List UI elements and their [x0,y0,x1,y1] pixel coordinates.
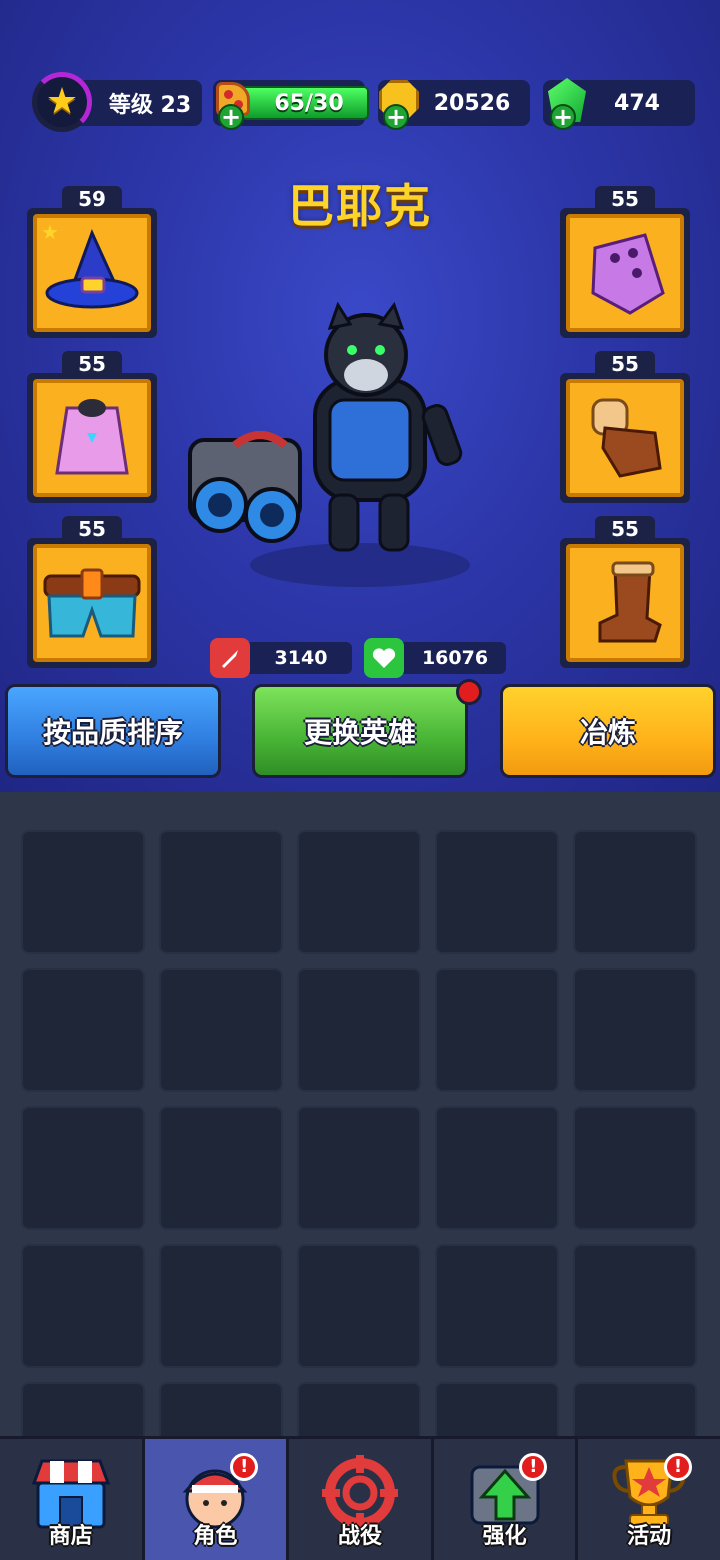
slot-level: 55 [62,516,122,542]
inventory-slot[interactable] [435,1244,559,1368]
purple-gem-armor-icon [591,233,665,315]
inventory-slot[interactable] [159,1382,283,1438]
belt-pants-icon [43,568,141,638]
heart-icon [364,638,404,678]
inventory-slot[interactable] [297,1106,421,1230]
inventory-slot[interactable] [435,968,559,1092]
inventory-slot[interactable] [297,1382,421,1438]
nav-label: 战役 [337,1524,382,1549]
inventory-slot[interactable] [159,830,283,954]
brown-glove-icon [591,398,662,478]
inventory-slot[interactable] [159,968,283,1092]
inventory-slot[interactable] [435,1106,559,1230]
hero-name: 巴耶克 [288,179,432,233]
green-gem-icon: + [544,78,588,130]
slot-level: 55 [595,351,655,377]
equip-slot-pants[interactable]: 55 [27,516,157,668]
switch-hero-button[interactable]: 更换英雄 [252,684,468,778]
nav-upgrade[interactable]: ! 强化 [434,1439,579,1560]
add-gem-button[interactable]: + [550,104,576,130]
brown-boot-icon [598,561,662,643]
nav-character[interactable]: ! 角色 [144,1439,290,1560]
add-gold-button[interactable]: + [383,104,409,130]
gold-value: 20526 [433,90,511,116]
equip-slot-armor[interactable]: 55 [560,186,690,338]
smelt-button[interactable]: 冶炼 [500,684,716,778]
hooded-vest-icon [55,399,129,475]
slot-level: 59 [62,186,122,212]
health-value: 16076 [421,647,489,669]
hero-character-image [188,301,470,587]
attack-value: 3140 [274,647,328,669]
equip-slot-vest[interactable]: 55 [27,351,157,503]
nav-label: 角色 [193,1524,238,1549]
alert-badge: ! [663,1453,692,1481]
health-stat: 16076 [364,638,506,678]
inventory-slot[interactable] [297,1244,421,1368]
notification-dot [456,679,482,705]
equip-slot-hat[interactable]: 59 ★ [27,186,157,338]
slot-level: 55 [595,516,655,542]
inventory-slot[interactable] [573,1106,697,1230]
bottom-nav: 商店 ! 角色 战役 ! 强化 ! 活动 [0,1436,720,1560]
inventory-slot[interactable] [21,1244,145,1368]
nav-events[interactable]: ! 活动 [578,1439,720,1560]
nav-campaign[interactable]: 战役 [289,1439,434,1560]
sword-icon [210,638,250,678]
inventory-slot[interactable] [435,1382,559,1438]
inventory-slot[interactable] [21,830,145,954]
pizza-energy-icon: + [212,78,256,130]
inventory-slot[interactable] [21,968,145,1092]
sort-by-quality-button[interactable]: 按品质排序 [5,684,221,778]
inventory-slot[interactable] [297,968,421,1092]
nav-label: 强化 [482,1524,527,1549]
inventory-slot[interactable] [297,830,421,954]
alert-badge: ! [230,1453,259,1481]
gold-coin-icon: + [377,78,421,130]
inventory-grid [0,792,720,1438]
inventory-slot[interactable] [435,830,559,954]
equip-slot-glove[interactable]: 55 [560,351,690,503]
inventory-slot[interactable] [21,1382,145,1438]
star-icon: ★ [45,81,79,122]
nav-label: 商店 [48,1524,93,1549]
add-energy-button[interactable]: + [218,104,244,130]
inventory-slot[interactable] [159,1106,283,1230]
energy-value: 65/30 [274,90,344,116]
gem-value: 474 [614,90,660,116]
level-label: 等级 23 [108,93,192,118]
level-badge[interactable]: ★ [32,72,92,132]
inventory-slot[interactable] [573,968,697,1092]
attack-stat: 3140 [210,638,352,678]
nav-label: 活动 [627,1524,672,1549]
slot-level: 55 [595,186,655,212]
inventory-slot[interactable] [573,830,697,954]
star-icon: ★ [41,220,59,244]
inventory-slot[interactable] [21,1106,145,1230]
nav-shop[interactable]: 商店 [0,1439,145,1560]
slot-level: 55 [62,351,122,377]
inventory-slot[interactable] [573,1244,697,1368]
inventory-slot[interactable] [159,1244,283,1368]
equip-slot-boot[interactable]: 55 [560,516,690,668]
inventory-slot[interactable] [573,1382,697,1438]
